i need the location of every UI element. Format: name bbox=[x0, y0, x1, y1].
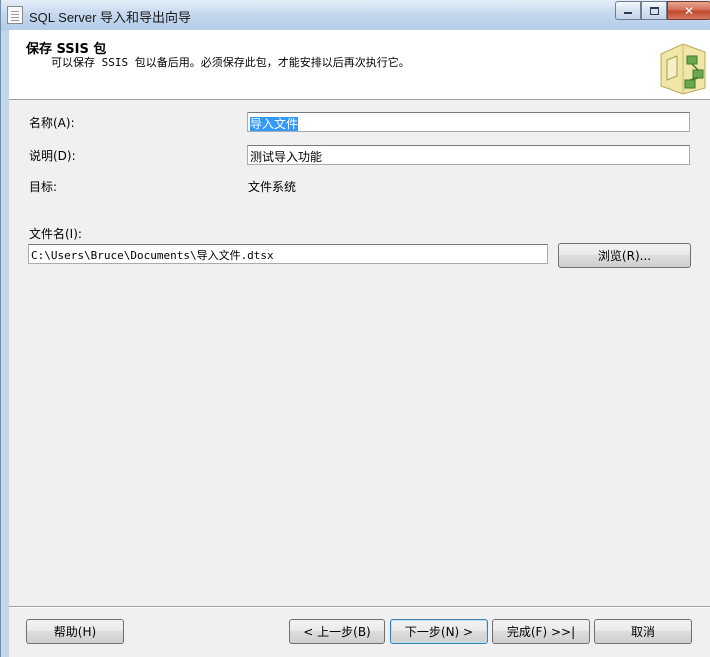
finish-button[interactable]: 完成(F) >>| bbox=[492, 619, 590, 644]
cancel-button[interactable]: 取消 bbox=[594, 619, 692, 644]
name-label: 名称(A): bbox=[29, 116, 75, 130]
description-field[interactable]: 测试导入功能 bbox=[247, 145, 690, 165]
next-button[interactable]: 下一步(N) > bbox=[390, 619, 488, 644]
window-title: SQL Server 导入和导出向导 bbox=[29, 10, 192, 25]
filename-field-value: C:\Users\Bruce\Documents\导入文件.dtsx bbox=[31, 249, 274, 262]
help-button[interactable]: 帮助(H) bbox=[26, 619, 124, 644]
wizard-client-area: 保存 SSIS 包 可以保存 SSIS 包以备后用。必须保存此包，才能安排以后再… bbox=[9, 30, 710, 657]
minimize-button[interactable] bbox=[615, 1, 641, 20]
filename-label: 文件名(I): bbox=[29, 227, 82, 241]
description-label: 说明(D): bbox=[29, 149, 76, 163]
target-value: 文件系统 bbox=[248, 180, 297, 194]
title-bar[interactable]: SQL Server 导入和导出向导 ✕ bbox=[1, 0, 710, 30]
description-field-value: 测试导入功能 bbox=[250, 150, 323, 164]
wizard-package-icon bbox=[653, 36, 710, 96]
minimize-icon bbox=[624, 12, 632, 14]
wizard-window: SQL Server 导入和导出向导 ✕ 保存 SSIS 包 可以保存 SSIS… bbox=[0, 0, 710, 657]
maximize-icon bbox=[649, 6, 659, 15]
target-label: 目标: bbox=[29, 180, 58, 194]
browse-button[interactable]: 浏览(R)... bbox=[558, 243, 691, 268]
footer-divider bbox=[9, 606, 710, 608]
filename-field[interactable]: C:\Users\Bruce\Documents\导入文件.dtsx bbox=[28, 244, 548, 264]
name-field[interactable]: 导入文件 bbox=[247, 112, 690, 132]
close-button[interactable]: ✕ bbox=[667, 1, 710, 20]
close-icon: ✕ bbox=[683, 3, 695, 18]
caption-buttons: ✕ bbox=[615, 1, 710, 22]
page-subtitle: 可以保存 SSIS 包以备后用。必须保存此包，才能安排以后再次执行它。 bbox=[51, 56, 410, 69]
back-button[interactable]: < 上一步(B) bbox=[289, 619, 385, 644]
app-icon bbox=[7, 6, 23, 24]
page-header: 保存 SSIS 包 可以保存 SSIS 包以备后用。必须保存此包，才能安排以后再… bbox=[9, 30, 710, 100]
maximize-button[interactable] bbox=[641, 1, 667, 20]
name-field-value: 导入文件 bbox=[250, 117, 299, 131]
